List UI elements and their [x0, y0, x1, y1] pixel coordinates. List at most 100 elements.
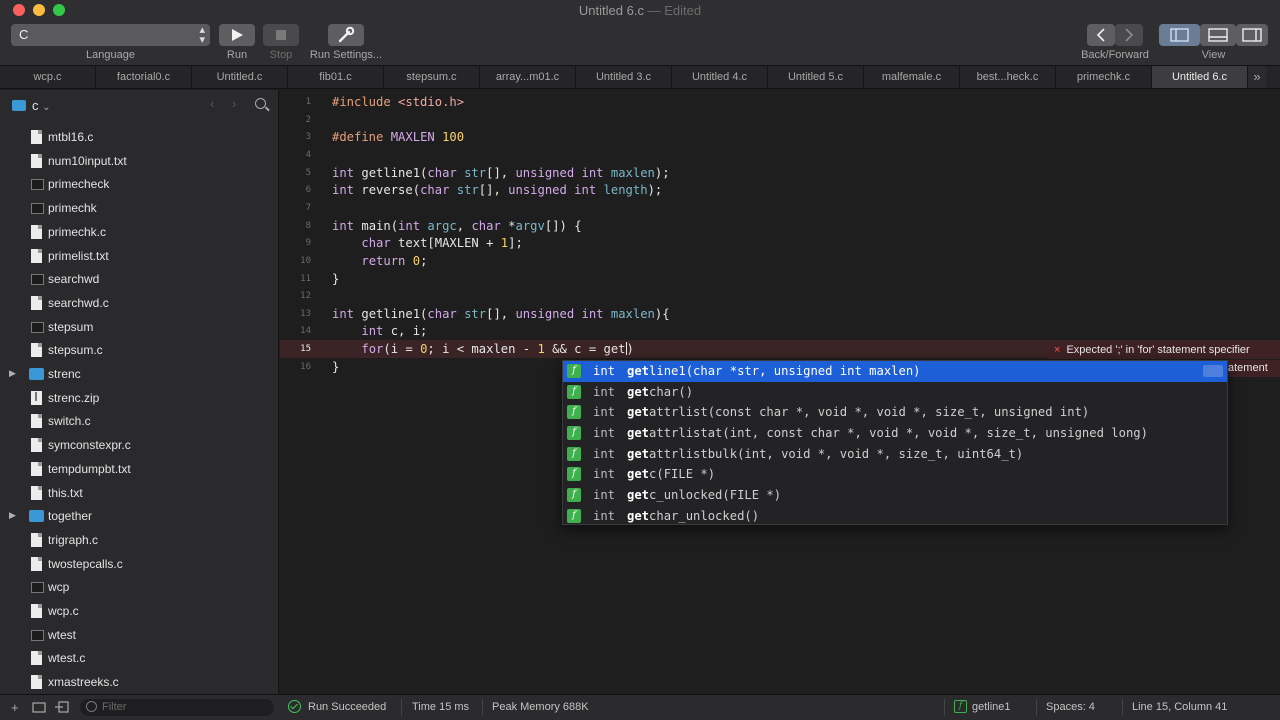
code-line[interactable]: 8 int main(int argc, char *argv[]) {	[280, 217, 1280, 235]
completion-item[interactable]: f int getc_unlocked(FILE *)	[563, 485, 1227, 506]
file-item[interactable]: tempdumpbt.txt	[0, 458, 278, 480]
completion-item[interactable]: f int getattrlistat(int, const char *, voi…	[563, 423, 1227, 444]
back-button[interactable]	[1087, 24, 1115, 46]
function-icon: f	[567, 384, 581, 399]
file-item[interactable]: primelist.txt	[0, 245, 278, 267]
tab-overflow-icon[interactable]: »	[1248, 66, 1266, 88]
toggle-inspector-button[interactable]	[1236, 24, 1268, 46]
completion-item[interactable]: f int getattrlist(const char *, void *, vo…	[563, 402, 1227, 423]
language-select[interactable]: C ▴ ▾	[11, 24, 210, 46]
document-icon	[31, 343, 42, 358]
indentation-setting[interactable]: Spaces: 4	[1046, 701, 1095, 713]
file-item[interactable]: primechk	[0, 197, 278, 219]
file-item[interactable]: twostepcalls.c	[0, 553, 278, 575]
tab[interactable]: Untitled 6.c	[1152, 66, 1248, 88]
code-text: char text[MAXLEN + 1];	[361, 236, 523, 251]
file-item[interactable]: searchwd.c	[0, 292, 278, 314]
forward-button[interactable]	[1115, 24, 1143, 46]
stop-button[interactable]	[263, 24, 299, 46]
completion-rest: attrlist(const char *, void *, void *, s…	[649, 405, 1090, 420]
search-icon[interactable]	[255, 98, 266, 109]
file-item[interactable]: stepsum	[0, 316, 278, 338]
tab[interactable]: Untitled 4.c	[672, 66, 768, 88]
code-line[interactable]: 3 #define MAXLEN 100	[280, 128, 1280, 146]
completion-item[interactable]: f int getattrlistbulk(int, void *, void *,…	[563, 444, 1227, 465]
file-item[interactable]: wtest.c	[0, 647, 278, 669]
run-button[interactable]	[219, 24, 255, 46]
code-line[interactable]: 11}	[280, 270, 1280, 288]
file-item[interactable]: this.txt	[0, 482, 278, 504]
completion-match: get	[627, 425, 650, 440]
executable-icon	[31, 582, 44, 594]
file-item[interactable]: num10input.txt	[0, 150, 278, 172]
code-line[interactable]: 10 return 0;	[280, 252, 1280, 270]
code-line[interactable]: 2	[280, 111, 1280, 129]
documentation-icon[interactable]	[1203, 365, 1223, 377]
file-item[interactable]: primecheck	[0, 173, 278, 195]
cursor-position[interactable]: Line 15, Column 41	[1132, 701, 1227, 713]
executable-icon	[31, 203, 44, 215]
file-item[interactable]: strenc.zip	[0, 387, 278, 409]
file-item[interactable]: trigraph.c	[0, 529, 278, 551]
run-status[interactable]: Run Succeeded	[308, 701, 386, 713]
disclosure-triangle-icon[interactable]: ▶	[9, 368, 16, 379]
function-icon: f	[567, 446, 581, 461]
file-item[interactable]: wcp	[0, 576, 278, 598]
code-line[interactable]: 4	[280, 146, 1280, 164]
file-item[interactable]: wcp.c	[0, 600, 278, 622]
completion-item[interactable]: f int getchar()	[563, 382, 1227, 403]
tab[interactable]: Untitled 3.c	[576, 66, 672, 88]
error-annotation[interactable]: × Expected ';' in 'for' statement specifi…	[1048, 342, 1280, 359]
file-item[interactable]: primechk.c	[0, 221, 278, 243]
tab[interactable]: malfemale.c	[864, 66, 960, 88]
file-item[interactable]: symconstexpr.c	[0, 434, 278, 456]
code-line[interactable]: 12	[280, 287, 1280, 305]
file-name: together	[48, 509, 93, 524]
completion-item[interactable]: f int getchar_unlocked()	[563, 506, 1227, 527]
tab[interactable]: array...m01.c	[480, 66, 576, 88]
current-symbol[interactable]: getline1	[972, 701, 1011, 713]
tab[interactable]: wcp.c	[0, 66, 96, 88]
file-item[interactable]: switch.c	[0, 410, 278, 432]
tab[interactable]: factorial0.c	[96, 66, 192, 88]
file-item[interactable]: searchwd	[0, 268, 278, 290]
tab[interactable]: Untitled 5.c	[768, 66, 864, 88]
run-settings-button[interactable]	[328, 24, 364, 46]
code-line[interactable]: 6 int reverse(char str[], unsigned int le…	[280, 181, 1280, 199]
code-line[interactable]: 14 int c, i;	[280, 322, 1280, 340]
file-item[interactable]: wtest	[0, 624, 278, 646]
code-line[interactable]: 7	[280, 199, 1280, 217]
file-item[interactable]: ▶ together	[0, 505, 278, 527]
tab[interactable]: primechk.c	[1056, 66, 1152, 88]
tab[interactable]: fib01.c	[288, 66, 384, 88]
code-text: int getline1(char str[], unsigned int ma…	[332, 165, 670, 180]
import-icon[interactable]	[55, 701, 69, 715]
file-item[interactable]: ▶ strenc	[0, 363, 278, 385]
code-line[interactable]: 1 #include <stdio.h>	[280, 93, 1280, 111]
file-item[interactable]: xmastreeks.c	[0, 671, 278, 693]
code-line[interactable]: 13 int getline1(char str[], unsigned int …	[280, 305, 1280, 323]
navigator-forward-icon[interactable]: ›	[232, 96, 236, 111]
toggle-navigator-button[interactable]	[1159, 24, 1200, 46]
executable-icon	[31, 179, 44, 191]
tab[interactable]: best...heck.c	[960, 66, 1056, 88]
function-icon: f	[567, 467, 581, 482]
navigator-root-folder[interactable]: c ⌄	[32, 98, 51, 113]
tab[interactable]: stepsum.c	[384, 66, 480, 88]
disclosure-triangle-icon[interactable]: ▶	[9, 510, 16, 521]
new-folder-icon[interactable]	[32, 701, 46, 715]
add-icon[interactable]: +	[11, 701, 19, 714]
navigator-back-icon[interactable]: ‹	[210, 96, 214, 111]
code-line[interactable]: 9 char text[MAXLEN + 1];	[280, 234, 1280, 252]
completion-item[interactable]: f int getline1(char *str, unsigned int max…	[563, 361, 1227, 382]
code-line[interactable]: 5 int getline1(char str[], unsigned int m…	[280, 164, 1280, 182]
file-item[interactable]: mtbl16.c	[0, 126, 278, 148]
completion-item[interactable]: f int getc(FILE *)	[563, 464, 1227, 485]
document-icon	[31, 651, 42, 666]
file-name: primechk.c	[48, 224, 107, 239]
tab[interactable]: Untitled.c	[192, 66, 288, 88]
play-icon	[232, 29, 243, 41]
toggle-console-button[interactable]	[1200, 24, 1236, 46]
line-number: 7	[305, 202, 311, 213]
file-item[interactable]: stepsum.c	[0, 339, 278, 361]
